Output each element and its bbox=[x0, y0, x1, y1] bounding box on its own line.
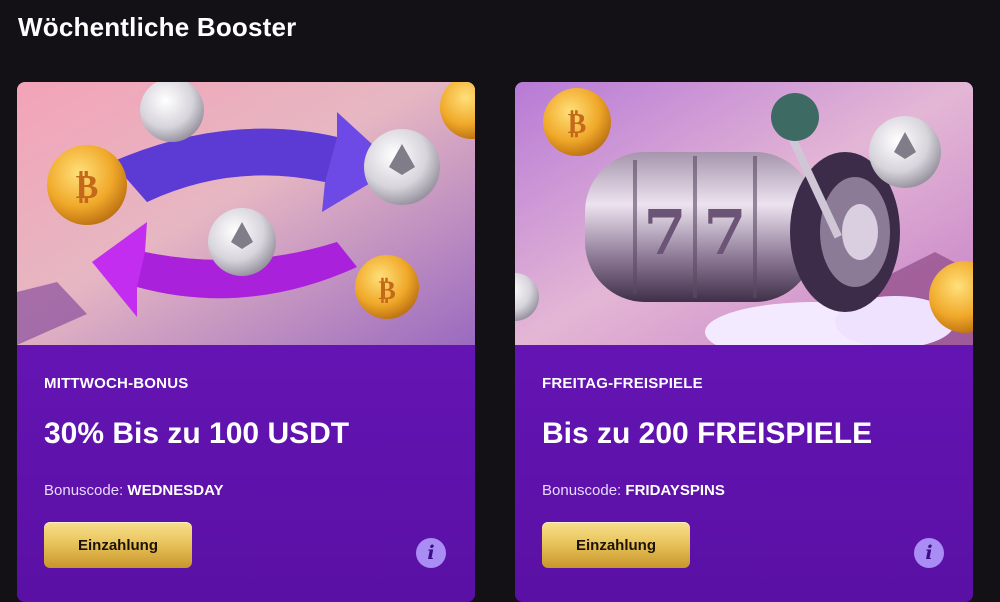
page-title: Wöchentliche Booster bbox=[18, 12, 297, 42]
card-body: MITTWOCH-BONUS 30% Bis zu 100 USDT Bonus… bbox=[17, 345, 475, 602]
promo-card-wednesday[interactable]: ₿ ₿ MITTWOCH-BONUS 30% Bis zu 100 USDT B… bbox=[17, 82, 475, 602]
card-body: FREITAG-FREISPIELE Bis zu 200 FREISPIELE… bbox=[515, 345, 973, 602]
bonus-code-value: FRIDAYSPINS bbox=[625, 482, 725, 499]
bonus-code: Bonuscode: WEDNESDAY bbox=[44, 482, 224, 499]
svg-text:₿: ₿ bbox=[76, 167, 99, 207]
svg-text:7: 7 bbox=[643, 196, 686, 269]
info-icon[interactable]: i bbox=[914, 538, 944, 568]
card-headline: Bis zu 200 FREISPIELE bbox=[542, 417, 873, 450]
card-headline: 30% Bis zu 100 USDT bbox=[44, 417, 350, 450]
svg-text:₿: ₿ bbox=[378, 276, 395, 306]
bonus-code-label: Bonuscode: bbox=[44, 482, 128, 499]
deposit-button[interactable]: Einzahlung bbox=[542, 522, 690, 568]
bonus-code-label: Bonuscode: bbox=[542, 482, 626, 499]
svg-text:₿: ₿ bbox=[568, 107, 587, 140]
slot-machine-illustration: 7 7 ₿ bbox=[515, 82, 973, 345]
crypto-exchange-illustration: ₿ ₿ bbox=[17, 82, 475, 345]
card-tag: MITTWOCH-BONUS bbox=[44, 375, 189, 392]
bonus-code: Bonuscode: FRIDAYSPINS bbox=[542, 482, 725, 499]
bonus-code-value: WEDNESDAY bbox=[127, 482, 224, 499]
deposit-button[interactable]: Einzahlung bbox=[44, 522, 192, 568]
svg-text:7: 7 bbox=[703, 196, 746, 269]
promo-card-friday[interactable]: 7 7 ₿ FREITAG-FREISPIELE Bis zu 200 FREI… bbox=[515, 82, 973, 602]
card-tag: FREITAG-FREISPIELE bbox=[542, 375, 703, 392]
info-icon[interactable]: i bbox=[416, 538, 446, 568]
